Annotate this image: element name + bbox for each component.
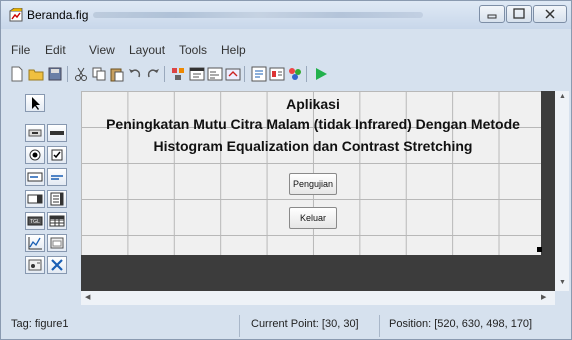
menu-layout[interactable]: Layout — [129, 43, 165, 57]
menu-file[interactable]: File — [11, 43, 30, 57]
mfile-editor-icon[interactable] — [251, 66, 267, 82]
keluar-button[interactable]: Keluar — [289, 207, 337, 229]
menu-view[interactable]: View — [89, 43, 115, 57]
property-inspector-icon[interactable] — [269, 66, 285, 82]
button-group-icon[interactable] — [25, 256, 45, 274]
popup-menu-icon[interactable] — [25, 190, 45, 208]
static-text-icon[interactable] — [47, 168, 67, 186]
figure-boundary-bottom — [81, 255, 555, 291]
status-separator — [239, 315, 240, 337]
toolbar-editor-icon[interactable] — [225, 66, 241, 82]
horizontal-scrollbar[interactable]: ◀ ▶ — [81, 291, 555, 305]
close-button[interactable] — [533, 5, 567, 23]
object-browser-icon[interactable] — [287, 66, 303, 82]
new-file-icon[interactable] — [9, 66, 25, 82]
toolbar-separator — [244, 66, 245, 82]
status-current-point: Current Point: [30, 30] — [251, 318, 359, 330]
title-blur — [93, 12, 423, 18]
minimize-icon — [487, 14, 497, 19]
vertical-scrollbar[interactable]: ▲ ▼ — [555, 91, 569, 291]
guide-window: Beranda.fig File Edit View Layout Tools … — [0, 0, 572, 340]
status-tag: Tag: figure1 — [11, 318, 69, 330]
open-folder-icon[interactable] — [28, 66, 44, 82]
toolbar-separator — [164, 66, 165, 82]
maximize-icon — [513, 8, 525, 19]
activex-icon[interactable] — [47, 256, 67, 274]
toolbar-separator — [306, 66, 307, 82]
scroll-right-icon[interactable]: ▶ — [541, 293, 546, 301]
component-palette: TGL — [23, 94, 81, 294]
scroll-down-icon[interactable]: ▼ — [559, 279, 566, 286]
redo-icon[interactable] — [145, 66, 161, 82]
table-icon[interactable] — [47, 212, 67, 230]
guide-figure-icon — [9, 8, 23, 22]
title-bar: Beranda.fig — [1, 1, 571, 29]
panel-icon[interactable] — [47, 234, 67, 252]
cut-icon[interactable] — [73, 66, 89, 82]
status-position: Position: [520, 630, 498, 170] — [389, 318, 533, 330]
menu-tools[interactable]: Tools — [179, 43, 207, 57]
save-icon[interactable] — [47, 66, 63, 82]
svg-text:TGL: TGL — [30, 219, 40, 225]
title-line-1[interactable]: Aplikasi — [81, 96, 545, 112]
align-icon[interactable] — [170, 66, 186, 82]
checkbox-icon[interactable] — [47, 146, 67, 164]
pengujian-button[interactable]: Pengujian — [289, 173, 337, 195]
toolbar-separator — [67, 66, 68, 82]
menu-bar: File Edit View Layout Tools Help — [1, 41, 571, 59]
tab-order-icon[interactable] — [207, 66, 223, 82]
push-button-icon[interactable] — [25, 124, 45, 142]
minimize-button[interactable] — [479, 5, 505, 23]
title-line-2[interactable]: Peningkatan Mutu Citra Malam (tidak Infr… — [81, 116, 545, 132]
paste-icon[interactable] — [109, 66, 125, 82]
axes-icon[interactable] — [25, 234, 45, 252]
slider-icon[interactable] — [47, 124, 67, 142]
run-icon[interactable] — [313, 66, 329, 82]
listbox-icon[interactable] — [47, 190, 67, 208]
menu-editor-icon[interactable] — [189, 66, 205, 82]
window-title: Beranda.fig — [27, 8, 89, 22]
edit-text-icon[interactable] — [25, 168, 45, 186]
scroll-up-icon[interactable]: ▲ — [559, 93, 566, 100]
title-line-3[interactable]: Histogram Equalization dan Contrast Stre… — [81, 138, 545, 154]
undo-icon[interactable] — [127, 66, 143, 82]
menu-edit[interactable]: Edit — [45, 43, 66, 57]
select-arrow-icon[interactable] — [25, 94, 45, 112]
scroll-left-icon[interactable]: ◀ — [85, 293, 90, 301]
resize-handle[interactable] — [537, 247, 542, 252]
menu-help[interactable]: Help — [221, 43, 246, 57]
status-bar: Tag: figure1 Current Point: [30, 30] Pos… — [1, 313, 571, 339]
status-separator — [379, 315, 380, 337]
copy-icon[interactable] — [91, 66, 107, 82]
maximize-button[interactable] — [506, 5, 532, 23]
toolbar — [1, 63, 571, 85]
close-icon — [545, 9, 555, 19]
radio-button-icon[interactable] — [25, 146, 45, 164]
toggle-button-icon[interactable]: TGL — [25, 212, 45, 230]
